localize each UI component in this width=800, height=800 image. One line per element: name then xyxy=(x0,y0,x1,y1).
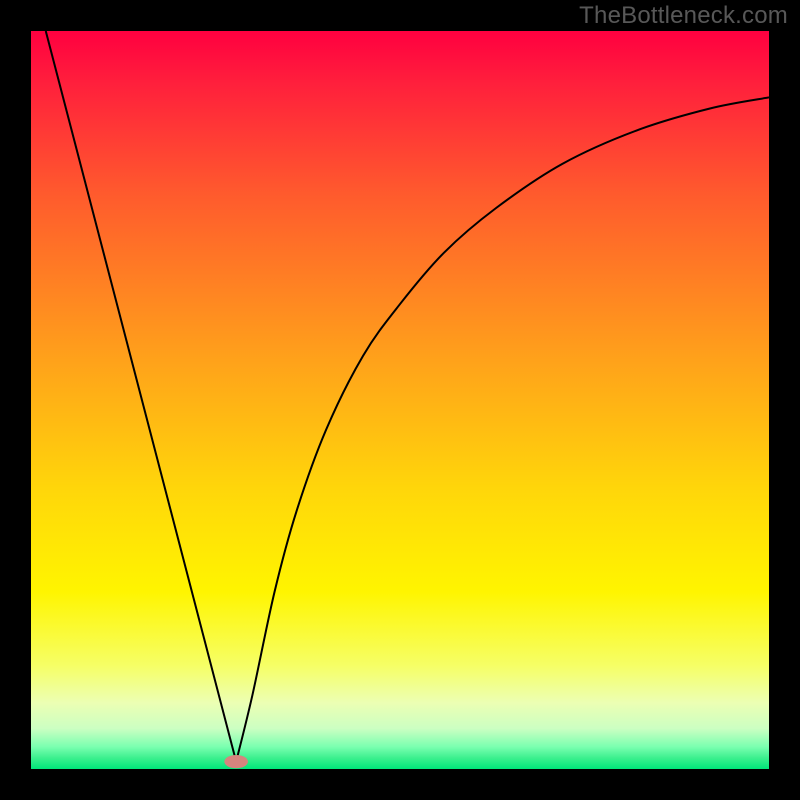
chart-svg xyxy=(31,31,769,769)
minimum-marker xyxy=(224,755,248,768)
figure-frame: TheBottleneck.com xyxy=(0,0,800,800)
watermark-label: TheBottleneck.com xyxy=(579,2,788,30)
plot-area xyxy=(31,31,769,769)
